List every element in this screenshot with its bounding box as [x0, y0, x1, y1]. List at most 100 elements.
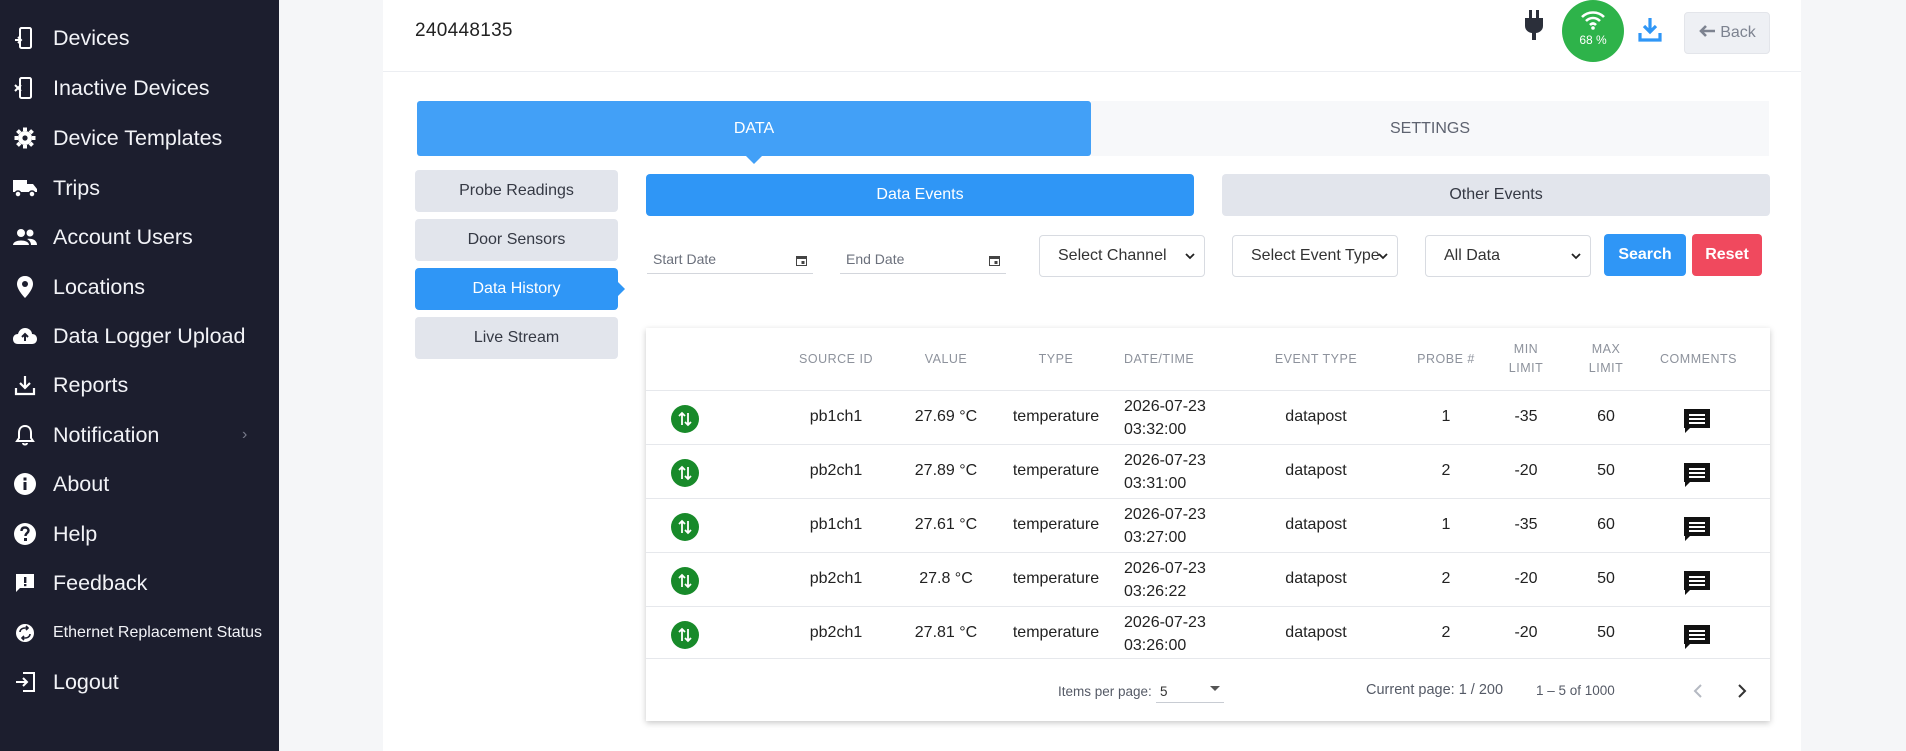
subnav-probe-readings[interactable]: Probe Readings [415, 170, 618, 212]
cell-datetime: 2026-07-23 03:27:00 [1124, 503, 1206, 549]
cell-time: 03:27:00 [1124, 529, 1187, 546]
sidebar-item-label: Notification [53, 422, 160, 447]
column-header-value: VALUE [924, 352, 968, 366]
cell-max-limit: 50 [1597, 624, 1615, 641]
sidebar-item-label: Devices [53, 25, 130, 50]
cell-value: 27.89 °C [914, 462, 978, 479]
signal-strength-badge: 68 % [1562, 0, 1624, 62]
sidebar-item-devices[interactable]: Devices [0, 16, 279, 60]
cell-min-limit: -20 [1514, 462, 1538, 479]
cell-min-limit: -35 [1514, 516, 1538, 533]
table-row[interactable]: pb1ch1 27.69 °C temperature datapost 1 -35 60 2… [646, 390, 1770, 444]
device-icon [12, 25, 38, 51]
column-header-min-limit: MIN LIMIT [1496, 340, 1556, 378]
cell-date: 2026-07-23 [1124, 398, 1206, 415]
gear-icon [12, 125, 38, 151]
data-transfer-status-icon [671, 567, 699, 595]
cell-probe: 2 [1441, 462, 1451, 479]
sidebar-item-help[interactable]: Help [0, 512, 279, 556]
cell-max-limit: 50 [1597, 570, 1615, 587]
cell-source-id: pb2ch1 [809, 570, 863, 587]
current-page-label: Current page: 1 / 200 [1366, 682, 1504, 698]
subnav-data-history[interactable]: Data History [415, 268, 625, 310]
sidebar-item-label: Logout [53, 669, 119, 694]
cloud-upload-icon [12, 323, 38, 349]
sidebar: Devices Inactive Devices Device Template… [0, 0, 279, 751]
data-scope-select[interactable]: All Data [1425, 235, 1591, 277]
next-page-button[interactable] [1730, 679, 1754, 703]
end-date-field[interactable]: End Date [840, 248, 1006, 274]
sidebar-item-notification[interactable]: Notification › [0, 413, 279, 457]
sidebar-item-reports[interactable]: Reports [0, 363, 279, 407]
cell-type: temperature [1012, 516, 1100, 533]
search-button[interactable]: Search [1604, 234, 1686, 276]
min-limit-line-2: LIMIT [1508, 361, 1544, 375]
caret-down-icon [1210, 686, 1220, 691]
other-events-button[interactable]: Other Events [1222, 174, 1770, 216]
calendar-icon[interactable] [989, 253, 1000, 266]
calendar-icon[interactable] [796, 253, 807, 266]
download-icon[interactable] [1638, 16, 1662, 44]
column-header-comments: COMMENTS [1660, 352, 1737, 366]
power-plug-icon [1522, 10, 1546, 42]
cell-event-type: datapost [1285, 624, 1347, 641]
column-header-max-limit: MAX LIMIT [1576, 340, 1636, 378]
cell-event-type: datapost [1285, 570, 1347, 587]
start-date-field[interactable]: Start Date [647, 248, 813, 274]
comment-icon[interactable] [1682, 406, 1712, 436]
sidebar-item-label: Feedback [53, 570, 148, 595]
users-icon [12, 224, 38, 250]
sidebar-item-label: Locations [53, 274, 146, 299]
table-row[interactable]: pb2ch1 27.81 °C temperature datapost 2 -20 50 2… [646, 606, 1770, 660]
sidebar-item-about[interactable]: About [0, 462, 279, 506]
bell-icon [12, 422, 38, 448]
back-label: Back [1720, 24, 1756, 41]
sidebar-item-device-templates[interactable]: Device Templates [0, 116, 279, 160]
column-header-event-type: EVENT TYPE [1274, 352, 1358, 366]
data-transfer-status-icon [671, 513, 699, 541]
sidebar-item-data-logger-upload[interactable]: Data Logger Upload [0, 314, 279, 358]
sidebar-item-locations[interactable]: Locations [0, 265, 279, 309]
cell-event-type: datapost [1285, 408, 1347, 425]
column-header-type: TYPE [1038, 352, 1074, 366]
sidebar-item-trips[interactable]: Trips [0, 166, 279, 210]
sidebar-item-account-users[interactable]: Account Users [0, 215, 279, 259]
tab-data[interactable]: DATA [417, 101, 1091, 164]
comment-icon[interactable] [1682, 514, 1712, 544]
table-row[interactable]: pb2ch1 27.89 °C temperature datapost 2 -20 50 2… [646, 444, 1770, 498]
comment-icon[interactable] [1682, 460, 1712, 490]
comment-icon[interactable] [1682, 622, 1712, 652]
cell-type: temperature [1012, 408, 1100, 425]
back-button[interactable]: Back [1684, 12, 1770, 54]
items-per-page-select[interactable]: 5 [1156, 681, 1224, 703]
sidebar-item-ethernet-replacement-status[interactable]: Ethernet Replacement Status [0, 611, 279, 655]
data-transfer-status-icon [671, 405, 699, 433]
pagination-bar: Items per page: 5 Current page: 1 / 200 … [646, 658, 1770, 721]
header-divider [383, 71, 1801, 72]
table-row[interactable]: pb2ch1 27.8 °C temperature datapost 2 -20 50 20… [646, 552, 1770, 606]
previous-page-button[interactable] [1686, 679, 1710, 703]
sidebar-item-feedback[interactable]: Feedback [0, 561, 279, 605]
channel-select[interactable]: Select Channel [1039, 235, 1205, 277]
chevron-right-icon: › [242, 426, 248, 443]
map-pin-icon [12, 274, 38, 300]
cell-max-limit: 50 [1597, 462, 1615, 479]
event-type-select[interactable]: Select Event Type [1232, 235, 1398, 277]
cell-date: 2026-07-23 [1124, 614, 1206, 631]
data-events-button[interactable]: Data Events [646, 174, 1194, 216]
subnav-live-stream[interactable]: Live Stream [415, 317, 618, 359]
comment-icon[interactable] [1682, 568, 1712, 598]
tab-settings[interactable]: SETTINGS [1091, 101, 1769, 156]
table-row[interactable]: pb1ch1 27.61 °C temperature datapost 1 -35 60 2… [646, 498, 1770, 552]
column-header-source-id: SOURCE ID [799, 352, 873, 366]
sidebar-item-label: About [53, 471, 110, 496]
sidebar-item-logout[interactable]: Logout [0, 660, 279, 704]
reset-button[interactable]: Reset [1692, 234, 1762, 276]
signal-percent: 68 % [1579, 33, 1607, 47]
sidebar-item-inactive-devices[interactable]: Inactive Devices [0, 66, 279, 110]
subnav-door-sensors[interactable]: Door Sensors [415, 219, 618, 261]
max-limit-line-2: LIMIT [1588, 361, 1624, 375]
data-transfer-status-icon [671, 459, 699, 487]
cell-source-id: pb1ch1 [809, 516, 863, 533]
sidebar-item-label: Account Users [53, 224, 193, 249]
